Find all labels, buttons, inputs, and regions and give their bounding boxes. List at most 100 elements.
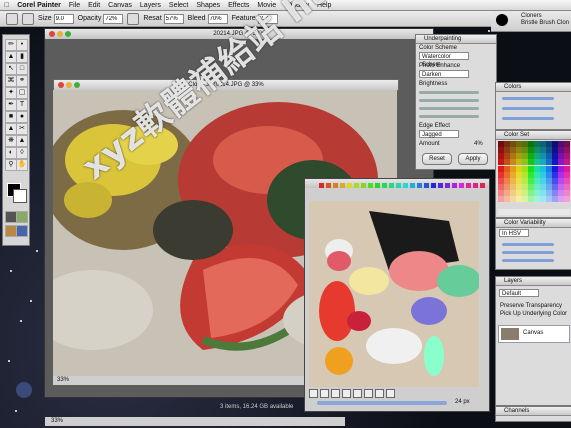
menu-effects[interactable]: Effects	[228, 2, 249, 9]
bleed-input[interactable]	[207, 13, 228, 24]
variability-mode-select[interactable]: In HSV	[499, 229, 529, 237]
color-swatch[interactable]	[564, 141, 570, 147]
text-tool-icon[interactable]: T	[16, 99, 28, 111]
pan-icon[interactable]	[375, 389, 384, 398]
color-set-title[interactable]: Color Set	[496, 131, 571, 140]
mixer-swatch[interactable]	[375, 183, 380, 188]
mixer-swatch[interactable]	[438, 183, 443, 188]
mixer-swatch[interactable]	[347, 183, 352, 188]
menu-shapes[interactable]: Shapes	[196, 2, 220, 9]
dropper-tool-icon[interactable]: •	[16, 39, 28, 51]
mixer-swatch[interactable]	[445, 183, 450, 188]
mixer-swatch[interactable]	[319, 183, 324, 188]
rect-select-icon[interactable]: ▢	[16, 87, 28, 99]
contrast-slider[interactable]	[419, 99, 479, 102]
mixer-swatch[interactable]	[480, 183, 485, 188]
zoom-icon[interactable]	[364, 389, 373, 398]
clone-close-icon[interactable]	[58, 82, 64, 88]
layer-item-canvas[interactable]: Canvas	[498, 325, 570, 343]
minimize-button-icon[interactable]	[57, 31, 63, 37]
mixer-swatch[interactable]	[452, 183, 457, 188]
dock-icon[interactable]	[14, 380, 34, 400]
v-variability-slider[interactable]	[502, 259, 554, 262]
reset-button[interactable]: Reset	[422, 153, 452, 165]
size-input[interactable]	[53, 13, 74, 24]
h-variability-slider[interactable]	[502, 243, 554, 246]
channels-title[interactable]: Channels	[496, 407, 571, 416]
clone-minimize-icon[interactable]	[66, 82, 72, 88]
mixer-pad[interactable]	[309, 201, 479, 387]
apply-button[interactable]: Apply	[458, 153, 488, 165]
dirty-brush-icon[interactable]	[309, 389, 318, 398]
color-swatch[interactable]	[564, 184, 570, 191]
close-button-icon[interactable]	[49, 31, 55, 37]
value-slider[interactable]	[502, 117, 554, 120]
eraser-icon[interactable]: ▮	[16, 51, 28, 63]
color-swatch[interactable]	[564, 208, 570, 215]
apple-menu-icon[interactable]: 	[4, 2, 9, 9]
edge-effect-select[interactable]: Jagged	[419, 130, 459, 138]
pattern-selector-icon[interactable]	[16, 211, 28, 223]
color-swatch[interactable]	[564, 147, 570, 154]
color-variability-title[interactable]: Color Variability	[496, 219, 571, 228]
saturation-slider[interactable]	[502, 107, 554, 110]
grabber-icon[interactable]: ✋	[16, 159, 28, 171]
zoom-button-icon[interactable]	[65, 31, 71, 37]
color-swatch[interactable]	[564, 177, 570, 184]
mixer-swatch[interactable]	[417, 183, 422, 188]
mixer-swatch[interactable]	[389, 183, 394, 188]
color-swatch[interactable]	[564, 190, 570, 197]
menu-layers[interactable]: Layers	[140, 2, 161, 9]
transform-icon[interactable]: □	[16, 63, 28, 75]
mirror-icon[interactable]: ◊	[16, 147, 28, 159]
resat-input[interactable]	[163, 13, 184, 24]
additional-color-swatch[interactable]	[13, 189, 27, 203]
brush-selector[interactable]: Cloners Bristle Brush Clon	[491, 11, 571, 32]
menu-select[interactable]: Select	[169, 2, 188, 9]
mixer-swatch[interactable]	[424, 183, 429, 188]
mixer-swatch[interactable]	[459, 183, 464, 188]
photo-enhance-select[interactable]: Darken	[419, 70, 469, 78]
nozzle-selector-icon[interactable]	[16, 225, 28, 237]
color-swatch[interactable]	[564, 153, 570, 160]
brightness-slider[interactable]	[419, 91, 479, 94]
menu-edit[interactable]: Edit	[88, 2, 100, 9]
mixer-swatch[interactable]	[326, 183, 331, 188]
mixer-swatch[interactable]	[340, 183, 345, 188]
brush-size-slider[interactable]	[317, 401, 447, 405]
mixer-swatch[interactable]	[361, 183, 366, 188]
hue-slider[interactable]	[419, 107, 479, 110]
color-scheme-select[interactable]: Watercolor Schem	[419, 52, 469, 68]
menu-canvas[interactable]: Canvas	[108, 2, 132, 9]
mix-color-icon[interactable]	[331, 389, 340, 398]
reset-tool-icon[interactable]	[22, 12, 34, 25]
mixer-swatch[interactable]	[368, 183, 373, 188]
clear-icon[interactable]	[386, 389, 395, 398]
mixer-swatch[interactable]	[354, 183, 359, 188]
mixer-swatch[interactable]	[410, 183, 415, 188]
mixer-swatch[interactable]	[396, 183, 401, 188]
sample-color-icon[interactable]	[342, 389, 351, 398]
rubber-stamp-icon[interactable]: ▲	[16, 135, 28, 147]
layers-title[interactable]: Layers	[496, 277, 571, 286]
clone-zoom-icon[interactable]	[74, 82, 80, 88]
pick-up-color-checkbox[interactable]: Pick Up Underlying Color	[500, 311, 567, 317]
color-swatch[interactable]	[564, 202, 570, 209]
brush-tool-icon[interactable]	[6, 12, 18, 25]
amount-value[interactable]: 4%	[474, 141, 483, 147]
color-set-grid[interactable]	[498, 141, 570, 215]
mixer-swatch[interactable]	[473, 183, 478, 188]
color-swatch[interactable]	[564, 165, 570, 172]
apply-color-icon[interactable]	[320, 389, 329, 398]
mixer-swatch[interactable]	[431, 183, 436, 188]
menu-file[interactable]: File	[69, 2, 80, 9]
lasso-icon[interactable]: ⚭	[16, 75, 28, 87]
saturation-slider[interactable]	[419, 115, 479, 118]
mixer-swatch[interactable]	[333, 183, 338, 188]
preserve-transparency-checkbox[interactable]: Preserve Transparency	[500, 303, 562, 309]
color-swatch[interactable]	[564, 171, 570, 178]
s-variability-slider[interactable]	[502, 251, 554, 254]
mixer-swatch[interactable]	[466, 183, 471, 188]
hue-slider[interactable]	[502, 97, 554, 100]
menu-app-name[interactable]: Corel Painter	[17, 2, 61, 9]
